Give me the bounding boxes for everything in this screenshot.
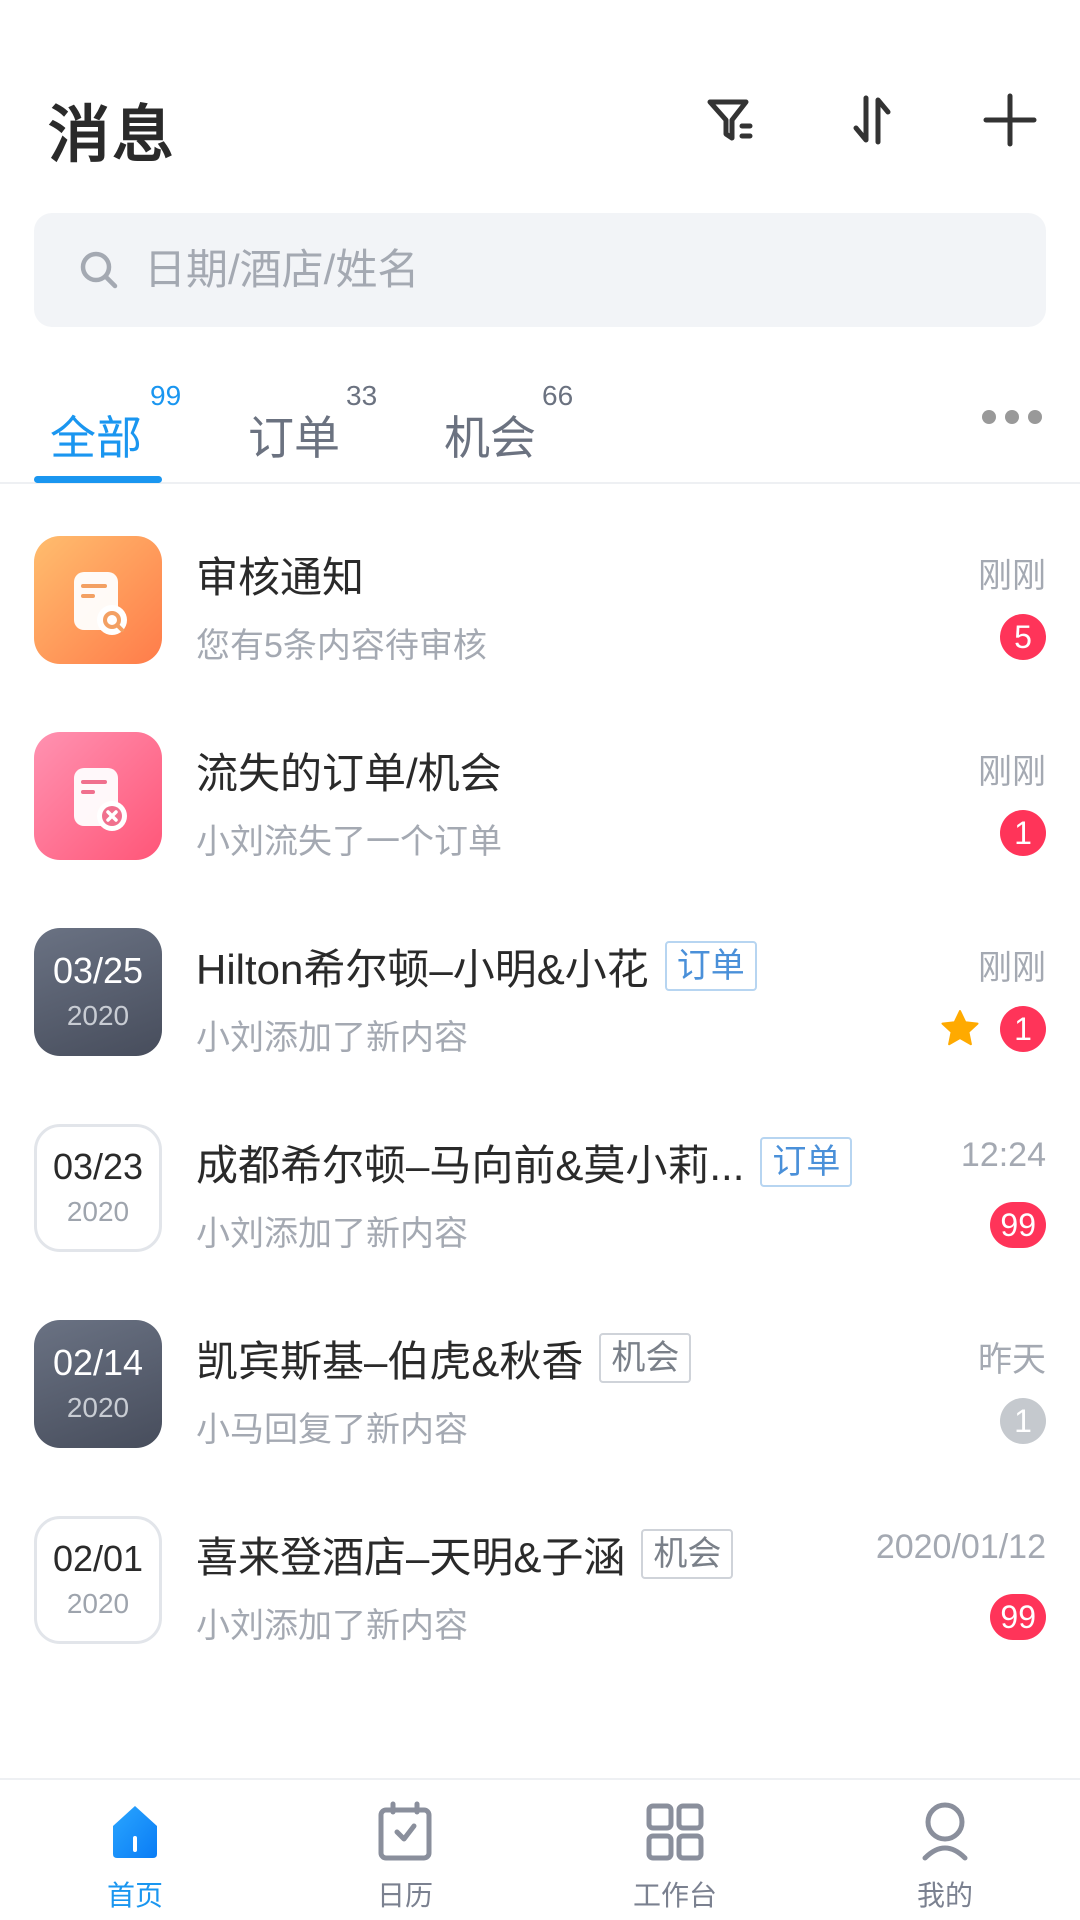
type-tag: 订单	[664, 941, 757, 991]
tab-label: 全部	[50, 412, 142, 464]
page-title: 消息	[48, 101, 177, 170]
sort-button[interactable]	[842, 90, 902, 150]
tab-count: 33	[346, 380, 378, 411]
list-item[interactable]: 02/14 2020 凯宾斯基–伯虎&秋香 机会 小马回复了新内容 昨天 1	[0, 1284, 1080, 1480]
type-tag: 机会	[599, 1333, 692, 1383]
tab-count: 99	[150, 380, 182, 411]
filter-button[interactable]	[702, 90, 762, 150]
date-month-day: 03/23	[52, 1146, 144, 1187]
item-time: 2020/01/12	[875, 1528, 1046, 1566]
item-title: 成都希尔顿–马向前&莫小莉...	[196, 1141, 745, 1189]
tab-opportunities[interactable]: 机会 66	[444, 380, 584, 470]
item-time: 刚刚	[978, 949, 1046, 987]
unread-badge: 5	[1000, 614, 1046, 660]
avatar	[34, 536, 162, 664]
item-subtitle: 您有5条内容待审核	[196, 627, 487, 665]
date-year: 2020	[66, 1000, 130, 1031]
nav-workbench[interactable]: 工作台	[540, 1780, 810, 1920]
nav-label: 工作台	[632, 1880, 717, 1911]
date-month-day: 03/25	[52, 950, 144, 991]
more-button[interactable]	[982, 410, 1042, 424]
star-icon[interactable]	[938, 1007, 982, 1051]
header: 消息	[0, 0, 1080, 200]
nav-calendar[interactable]: 日历	[270, 1780, 540, 1920]
list-item[interactable]: 审核通知 您有5条内容待审核 刚刚 5	[0, 500, 1080, 696]
list-item[interactable]: 03/25 2020 Hilton希尔顿–小明&小花 订单 小刘添加了新内容 刚…	[0, 892, 1080, 1088]
unread-badge: 1	[1000, 1006, 1046, 1052]
type-tag: 机会	[641, 1529, 734, 1579]
calendar-icon	[378, 1801, 432, 1861]
item-subtitle: 小刘添加了新内容	[196, 1019, 468, 1057]
search-icon	[80, 251, 118, 289]
item-title: 凯宾斯基–伯虎&秋香	[196, 1337, 584, 1385]
avatar	[34, 732, 162, 860]
item-time: 刚刚	[978, 557, 1046, 595]
audit-icon	[74, 572, 127, 635]
unread-badge: 1	[1000, 1398, 1046, 1444]
search-bar[interactable]	[34, 213, 1046, 327]
date-month-day: 02/14	[52, 1342, 144, 1383]
nav-label: 我的	[916, 1880, 973, 1911]
workbench-icon	[646, 1803, 704, 1861]
add-icon	[983, 93, 1037, 147]
item-subtitle: 小刘添加了新内容	[196, 1215, 468, 1253]
sort-icon	[853, 95, 891, 145]
lost-icon	[74, 768, 127, 831]
search-input[interactable]	[144, 246, 944, 294]
nav-label: 日历	[376, 1880, 433, 1911]
item-time: 刚刚	[978, 753, 1046, 791]
date-avatar: 02/14 2020	[34, 1320, 162, 1448]
bottom-nav: 首页 日历 工作台 我的	[0, 1778, 1080, 1920]
more-dot	[1005, 410, 1019, 424]
list-item[interactable]: 02/01 2020 喜来登酒店–天明&子涵 机会 小刘添加了新内容 2020/…	[0, 1480, 1080, 1676]
more-dot	[982, 410, 996, 424]
item-subtitle: 小刘流失了一个订单	[196, 823, 502, 861]
more-dot	[1028, 410, 1042, 424]
tab-label: 订单	[248, 412, 340, 464]
list-item[interactable]: 流失的订单/机会 小刘流失了一个订单 刚刚 1	[0, 696, 1080, 892]
home-icon	[113, 1806, 157, 1858]
date-avatar: 03/25 2020	[34, 928, 162, 1056]
nav-profile[interactable]: 我的	[810, 1780, 1080, 1920]
item-time: 12:24	[960, 1136, 1046, 1174]
filter-icon	[707, 99, 753, 141]
date-year: 2020	[66, 1588, 130, 1619]
unread-badge: 99	[990, 1202, 1046, 1248]
add-button[interactable]	[980, 90, 1040, 150]
item-subtitle: 小刘添加了新内容	[196, 1607, 468, 1645]
item-title: Hilton希尔顿–小明&小花	[196, 945, 649, 993]
date-month-day: 02/01	[52, 1538, 144, 1579]
item-title: 流失的订单/机会	[196, 749, 502, 797]
item-title: 喜来登酒店–天明&子涵	[196, 1533, 626, 1581]
date-avatar: 03/23 2020	[34, 1124, 162, 1252]
date-avatar: 02/01 2020	[34, 1516, 162, 1644]
unread-badge: 1	[1000, 810, 1046, 856]
tab-count: 66	[542, 380, 574, 411]
unread-badge: 99	[990, 1594, 1046, 1640]
filter-tabs: 全部 99 订单 33 机会 66	[0, 360, 1080, 484]
item-time: 昨天	[978, 1341, 1046, 1379]
profile-icon	[922, 1802, 968, 1861]
type-tag: 订单	[760, 1137, 853, 1187]
tab-all[interactable]: 全部 99	[50, 380, 190, 470]
list-item[interactable]: 03/23 2020 成都希尔顿–马向前&莫小莉... 订单 小刘添加了新内容 …	[0, 1088, 1080, 1284]
tab-orders[interactable]: 订单 33	[248, 380, 388, 470]
tab-label: 机会	[444, 412, 536, 464]
nav-home[interactable]: 首页	[0, 1780, 270, 1920]
nav-label: 首页	[106, 1880, 163, 1911]
date-year: 2020	[66, 1392, 130, 1423]
date-year: 2020	[66, 1196, 130, 1227]
item-title: 审核通知	[196, 553, 365, 601]
active-tab-indicator	[34, 476, 162, 483]
item-subtitle: 小马回复了新内容	[196, 1411, 468, 1449]
